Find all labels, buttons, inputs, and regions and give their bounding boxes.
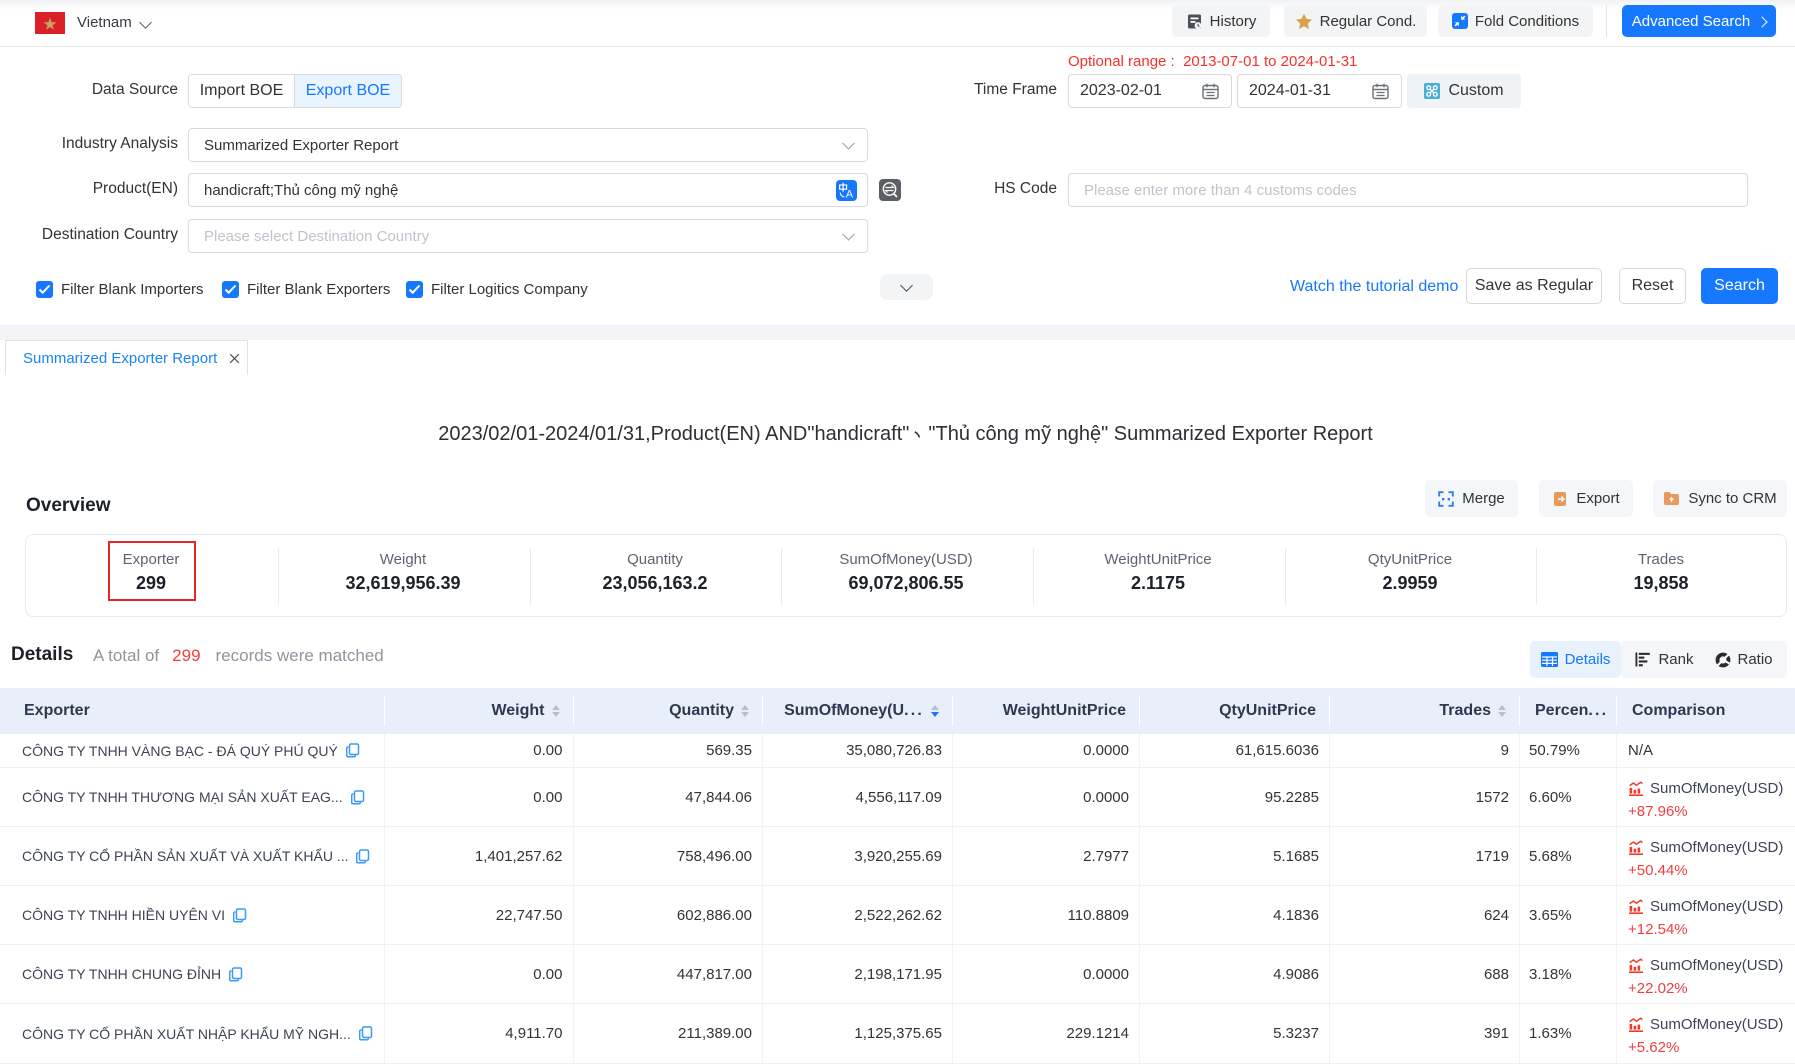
svg-text:A: A xyxy=(846,189,854,201)
